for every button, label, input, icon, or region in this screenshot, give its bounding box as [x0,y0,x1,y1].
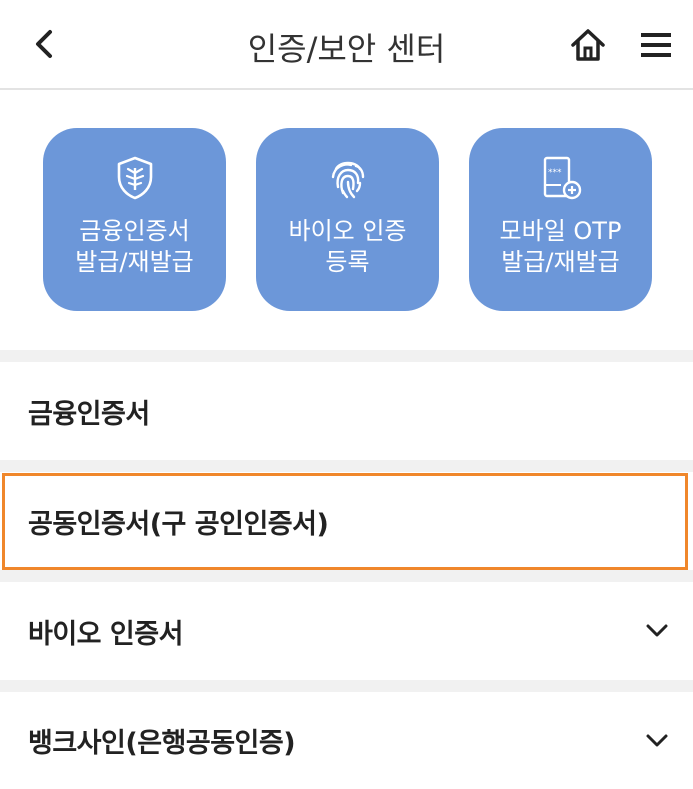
section-divider [0,680,693,692]
hamburger-menu-icon [641,33,671,57]
register-bio-auth-tile[interactable]: 바이오 인증 등록 [256,128,439,311]
certificate-shield-icon [111,154,159,202]
menu-item-financial-certificate[interactable]: 금융인증서 [0,362,693,460]
issue-financial-certificate-tile[interactable]: 금융인증서 발급/재발급 [43,128,226,311]
menu-item-banksign[interactable]: 뱅크사인(은행공동인증) [0,692,693,789]
menu-item-label: 금융인증서 [28,398,150,430]
app-header: 인증/보안 센터 [0,0,693,90]
chevron-left-icon [36,30,52,58]
home-button[interactable] [568,24,608,66]
menu-item-label: 뱅크사인(은행공동인증) [28,728,296,759]
section-divider [0,570,693,582]
menu-item-label: 공동인증서(구 공인인증서) [28,508,329,540]
chevron-down-icon[interactable] [645,619,669,643]
tile-label: 모바일 OTP 발급/재발급 [499,217,622,276]
fingerprint-icon [324,154,372,202]
menu-item-joint-certificate[interactable]: 공동인증서(구 공인인증서) [0,472,693,570]
chevron-down-icon[interactable] [645,729,669,753]
tile-label: 금융인증서 발급/재발급 [75,217,194,276]
menu-item-label: 바이오 인증서 [28,618,183,650]
menu-item-bio-certificate[interactable]: 바이오 인증서 [0,582,693,680]
back-button[interactable] [22,22,66,66]
menu-button[interactable] [636,24,676,66]
mobile-otp-icon: *** [537,154,585,202]
issue-mobile-otp-tile[interactable]: *** 모바일 OTP 발급/재발급 [469,128,652,311]
tile-label: 바이오 인증 등록 [288,217,407,276]
home-icon [571,29,605,61]
section-divider [0,350,693,362]
section-divider [0,460,693,472]
svg-text:***: *** [548,168,562,178]
quick-actions: 금융인증서 발급/재발급 바이오 인증 등록 *** 모바일 OTP 발급/재발… [0,92,693,350]
